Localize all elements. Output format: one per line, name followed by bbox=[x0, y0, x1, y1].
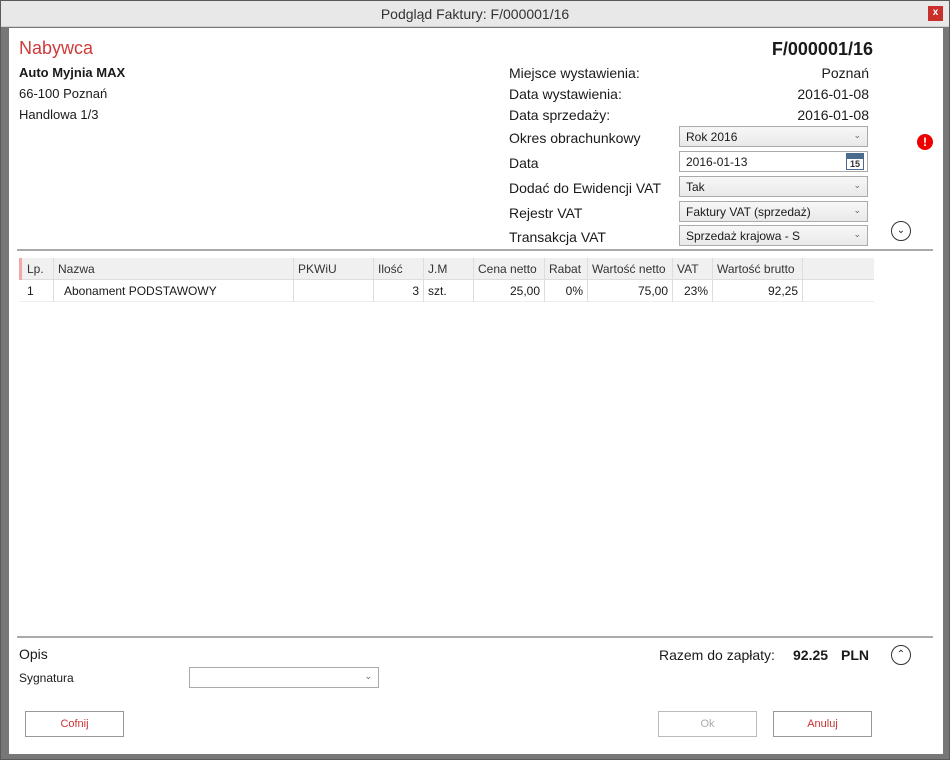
back-button[interactable]: Cofnij bbox=[25, 711, 124, 737]
header-divider bbox=[17, 249, 933, 251]
col-name[interactable]: Nazwa bbox=[54, 258, 294, 280]
cell-vat: 23% bbox=[673, 280, 713, 302]
vat-register-label: Rejestr VAT bbox=[509, 205, 583, 221]
signature-label: Sygnatura bbox=[19, 671, 74, 685]
chevron-down-icon: ⌄ bbox=[364, 671, 372, 681]
cell-discount: 0% bbox=[545, 280, 588, 302]
invoice-content: Nabywca Auto Myjnia MAX 66-100 Poznań Ha… bbox=[9, 28, 943, 754]
vat-transaction-value: Sprzedaż krajowa - S bbox=[686, 229, 801, 243]
col-lp[interactable]: Lp. bbox=[23, 258, 54, 280]
vat-transaction-label: Transakcja VAT bbox=[509, 229, 606, 245]
vat-register-value: Faktury VAT (sprzedaż) bbox=[686, 205, 811, 219]
buyer-heading: Nabywca bbox=[19, 38, 94, 58]
ok-button[interactable]: Ok bbox=[658, 711, 757, 737]
cell-qty: 3 bbox=[374, 280, 424, 302]
chevron-down-icon: ⌄ bbox=[853, 130, 861, 140]
error-icon: ! bbox=[917, 134, 933, 150]
footer-divider bbox=[17, 636, 933, 638]
vat-register-add-value: Tak bbox=[686, 180, 705, 194]
total-value: 92.25 bbox=[793, 647, 829, 663]
issue-date-value: 2016-01-08 bbox=[797, 86, 869, 102]
issue-date-label: Data wystawienia: bbox=[509, 86, 622, 102]
table-header: Lp. Nazwa PKWiU Ilość J.M Cena netto Rab… bbox=[19, 258, 874, 280]
vat-register-add-select[interactable]: Tak ⌄ bbox=[679, 176, 868, 197]
cell-gross-value: 92,25 bbox=[713, 280, 803, 302]
invoice-number: F/000001/16 bbox=[771, 39, 873, 59]
cell-unit: szt. bbox=[424, 280, 474, 302]
buyer-address-line2: Handlowa 1/3 bbox=[19, 107, 99, 122]
total-label: Razem do zapłaty: bbox=[659, 647, 775, 663]
calendar-icon[interactable]: 15 bbox=[846, 153, 864, 170]
total-currency: PLN bbox=[841, 647, 869, 663]
col-pkwiu[interactable]: PKWiU bbox=[294, 258, 374, 280]
invoice-preview-window: Podgląd Faktury: F/000001/16 x Nabywca A… bbox=[0, 0, 950, 760]
cell-pkwiu bbox=[294, 280, 374, 302]
col-net-price[interactable]: Cena netto bbox=[474, 258, 545, 280]
close-button[interactable]: x bbox=[928, 6, 943, 21]
sale-date-label: Data sprzedaży: bbox=[509, 107, 611, 123]
vat-register-select[interactable]: Faktury VAT (sprzedaż) ⌄ bbox=[679, 201, 868, 222]
col-discount[interactable]: Rabat bbox=[545, 258, 588, 280]
col-net-value[interactable]: Wartość netto bbox=[588, 258, 673, 280]
signature-select[interactable]: ⌄ bbox=[189, 667, 379, 688]
col-unit[interactable]: J.M bbox=[424, 258, 474, 280]
vat-transaction-select[interactable]: Sprzedaż krajowa - S ⌄ bbox=[679, 225, 868, 246]
date-value: 2016-01-13 bbox=[686, 155, 748, 169]
period-label: Okres obrachunkowy bbox=[509, 130, 641, 146]
date-input[interactable]: 2016-01-13 15 bbox=[679, 151, 868, 172]
collapse-header-button[interactable]: ⌄ bbox=[891, 221, 911, 241]
period-select[interactable]: Rok 2016 ⌄ bbox=[679, 126, 868, 147]
cancel-button[interactable]: Anuluj bbox=[773, 711, 872, 737]
buyer-address-line1: 66-100 Poznań bbox=[19, 86, 108, 101]
title-bar: Podgląd Faktury: F/000001/16 x bbox=[1, 1, 949, 27]
col-vat[interactable]: VAT bbox=[673, 258, 713, 280]
window-title: Podgląd Faktury: F/000001/16 bbox=[380, 6, 570, 22]
expand-footer-button[interactable]: ⌃ bbox=[891, 645, 911, 665]
chevron-down-icon: ⌄ bbox=[853, 205, 861, 215]
chevron-down-icon: ⌄ bbox=[853, 229, 861, 239]
cell-net-value: 75,00 bbox=[588, 280, 673, 302]
sale-date-value: 2016-01-08 bbox=[797, 107, 869, 123]
cell-lp: 1 bbox=[23, 280, 54, 302]
description-label: Opis bbox=[19, 646, 48, 662]
cell-name: Abonament PODSTAWOWY bbox=[54, 280, 294, 302]
cell-net-price: 25,00 bbox=[474, 280, 545, 302]
chevron-down-icon: ⌄ bbox=[853, 180, 861, 190]
buyer-name: Auto Myjnia MAX bbox=[19, 65, 126, 80]
period-value: Rok 2016 bbox=[686, 130, 738, 144]
date-label: Data bbox=[509, 155, 539, 171]
col-qty[interactable]: Ilość bbox=[374, 258, 424, 280]
place-label: Miejsce wystawienia: bbox=[509, 65, 640, 81]
vat-register-add-label: Dodać do Ewidencji VAT bbox=[509, 180, 661, 196]
invoice-items-table: Lp. Nazwa PKWiU Ilość J.M Cena netto Rab… bbox=[19, 258, 874, 302]
table-row[interactable]: 1 Abonament PODSTAWOWY 3 szt. 25,00 0% 7… bbox=[19, 280, 874, 302]
col-gross-value[interactable]: Wartość brutto bbox=[713, 258, 803, 280]
place-value: Poznań bbox=[821, 65, 869, 81]
